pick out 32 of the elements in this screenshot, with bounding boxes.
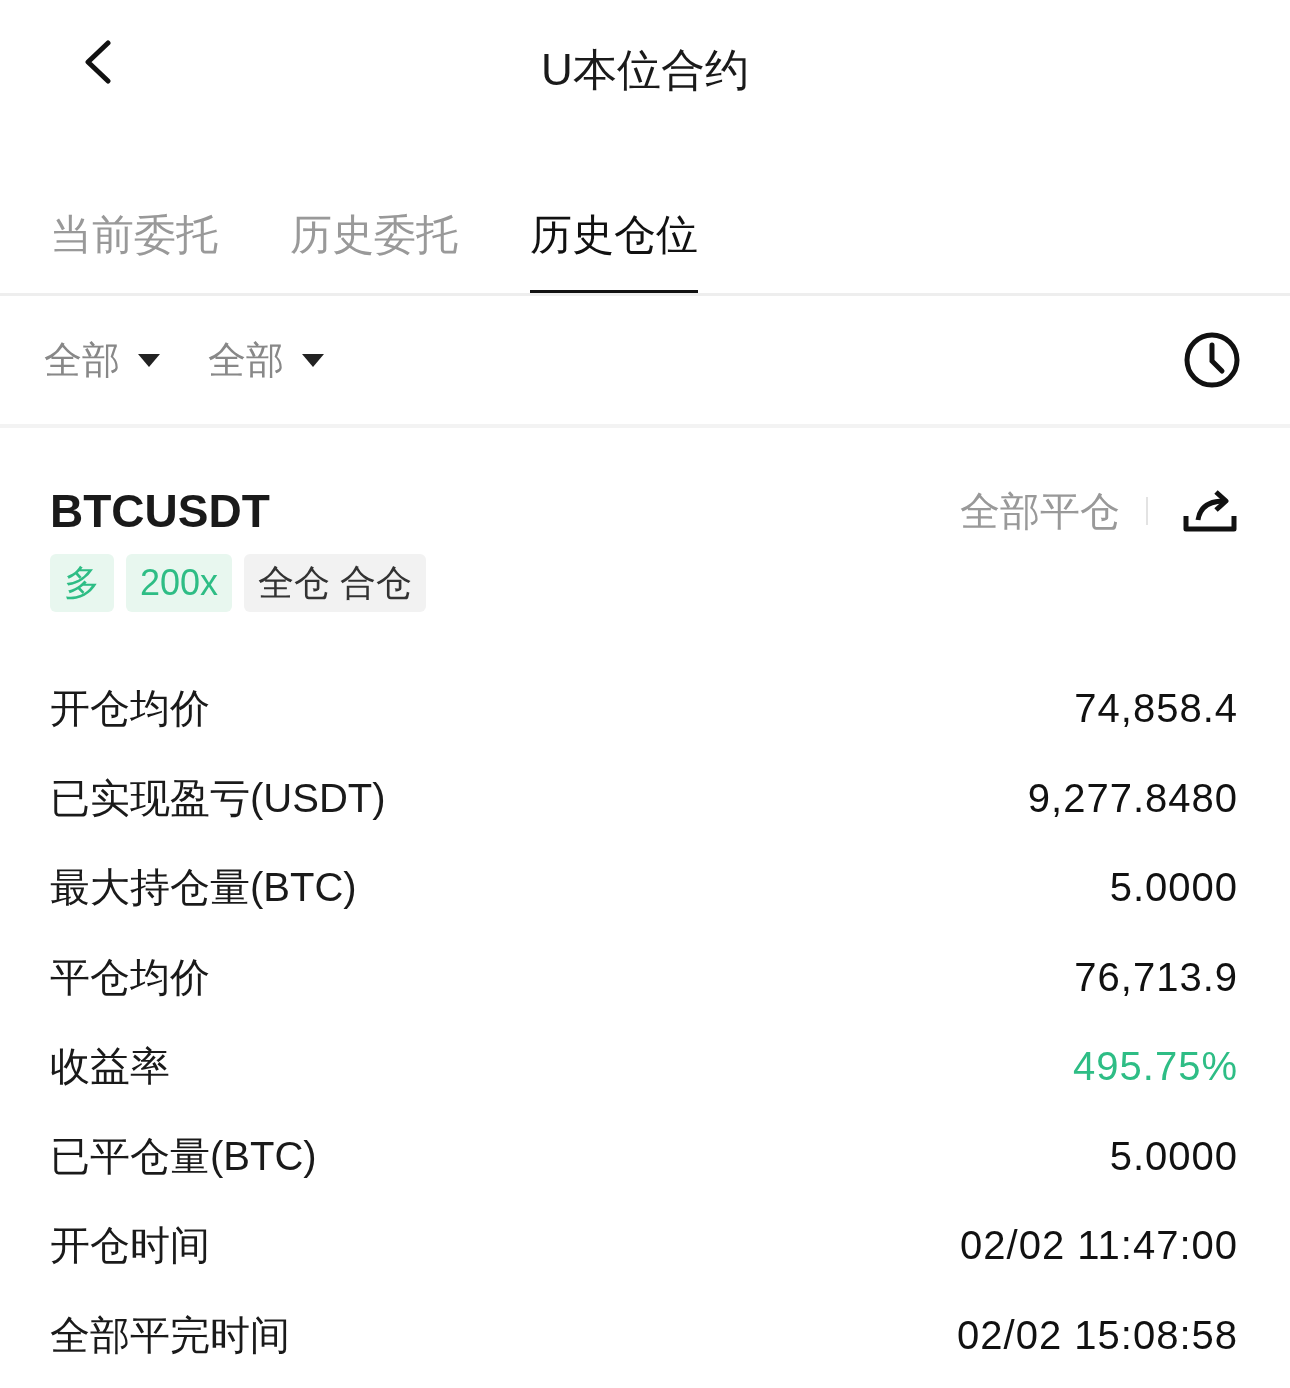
field-label: 已实现盈亏(USDT) [50,774,386,822]
field-value: 5.0000 [1109,865,1238,911]
back-icon[interactable] [82,40,114,84]
field-value: 9,277.8480 [1027,775,1238,821]
page-title: U本位合约 [541,43,749,96]
field-label: 已平仓量(BTC) [50,1132,317,1180]
caret-icon [138,353,160,367]
tag: 多 [50,554,114,612]
tag: 200x [126,554,233,612]
tag: 全仓 合仓 [244,554,427,612]
tab[interactable]: 历史仓位 [530,209,698,293]
field-value: 76,713.9 [1074,954,1238,1000]
filter-dropdown[interactable]: 全部 [208,334,324,386]
tab[interactable]: 当前委托 [50,209,218,293]
field-value: 5.0000 [1109,1133,1238,1179]
field-label: 平仓均价 [50,953,210,1001]
field-label: 收益率 [50,1043,170,1091]
clock-icon[interactable] [1184,332,1240,388]
close-all-button[interactable]: 全部平仓 [960,483,1120,539]
tab[interactable]: 历史委托 [290,209,458,293]
filter-dropdown[interactable]: 全部 [44,334,160,386]
symbol-title: BTCUSDT [50,484,271,538]
share-icon[interactable] [1182,488,1238,534]
field-label: 全部平完时间 [50,1311,290,1359]
field-value: 495.75% [1073,1044,1238,1090]
field-label: 开仓均价 [50,685,210,733]
field-value: 02/02 11:47:00 [960,1223,1238,1269]
field-value: 74,858.4 [1074,686,1238,732]
field-label: 开仓时间 [50,1222,210,1270]
field-label: 最大持仓量(BTC) [50,864,357,912]
caret-icon [302,353,324,367]
field-value: 02/02 15:08:58 [957,1312,1238,1358]
